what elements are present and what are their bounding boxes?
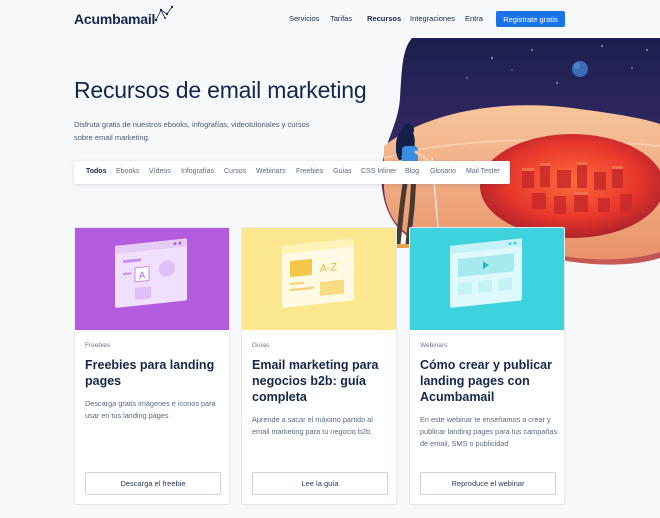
resource-filter-bar: Todos Ebooks Vídeos Infografías Cursos W… (74, 161, 510, 184)
filter-css-inliner[interactable]: CSS Inliner (361, 168, 396, 175)
constellation-icon (155, 5, 174, 22)
card-image: A-Z (242, 228, 396, 330)
card-title[interactable]: Email marketing para negocios b2b: guía … (252, 357, 390, 405)
nav-item-servicios[interactable]: Servicios (289, 14, 319, 23)
resource-card-guias[interactable]: A-Z Guías Email marketing para negocios … (241, 227, 397, 505)
filter-todos[interactable]: Todos (86, 168, 106, 175)
filter-ebooks[interactable]: Ebooks (116, 168, 139, 175)
page-title: Recursos de email marketing (74, 77, 367, 103)
page-subtitle: Disfruta gratis de nuestros ebooks, info… (74, 120, 310, 142)
card-category: Freebies (85, 342, 111, 349)
nav-item-tarifas[interactable]: Tarifas (330, 14, 352, 23)
resource-card-webinars[interactable]: Webinars Cómo crear y publicar landing p… (409, 227, 565, 505)
filter-infografias[interactable]: Infografías (181, 168, 214, 175)
filter-videos[interactable]: Vídeos (149, 168, 171, 175)
svg-text:A-Z: A-Z (320, 262, 337, 275)
filter-mail-tester[interactable]: Mail Tester (466, 168, 500, 175)
card-image (410, 228, 564, 330)
filter-glosario[interactable]: Glosario (430, 168, 456, 175)
filter-guias[interactable]: Guías (333, 168, 352, 175)
filter-webinars[interactable]: Webinars (256, 168, 285, 175)
card-title[interactable]: Freebies para landing pages (85, 357, 223, 389)
landing-page-illustration: A (115, 238, 187, 308)
webinar-illustration (450, 238, 522, 308)
guide-book-illustration: A-Z (282, 238, 354, 308)
brand-name: Acumbamail (74, 11, 156, 27)
read-guide-button[interactable]: Lee la guía (252, 472, 388, 495)
download-freebie-button[interactable]: Descarga el freebie (85, 472, 221, 495)
card-description: Aprende a sacar el máximo partido al ema… (252, 415, 373, 436)
brand-logo[interactable]: Acumbamail (74, 5, 175, 30)
card-category: Webinars (420, 342, 448, 349)
card-category: Guías (252, 342, 270, 349)
register-button[interactable]: Registrate gratis (496, 11, 565, 27)
card-description: En este webinar te enseñamos a crear y p… (420, 415, 558, 448)
nav-item-entra[interactable]: Entra (465, 14, 483, 23)
filter-cursos[interactable]: Cursos (224, 168, 246, 175)
filter-blog[interactable]: Blog (405, 168, 419, 175)
nav-item-recursos[interactable]: Recursos (367, 14, 401, 23)
filter-freebies[interactable]: Freebies (296, 168, 323, 175)
card-description: Descarga gratis imágenes e iconos para u… (85, 399, 216, 420)
svg-text:A: A (139, 271, 146, 282)
play-webinar-button[interactable]: Reproduce el webinar (420, 472, 556, 495)
card-title[interactable]: Cómo crear y publicar landing pages con … (420, 357, 558, 405)
card-image: A (75, 228, 229, 330)
top-navigation: Acumbamail Servicios Tarifas Recursos In… (0, 0, 660, 38)
nav-item-integraciones[interactable]: Integraciones (410, 14, 455, 23)
resource-card-freebies[interactable]: A Freebies Freebies para landing pages D… (74, 227, 230, 505)
